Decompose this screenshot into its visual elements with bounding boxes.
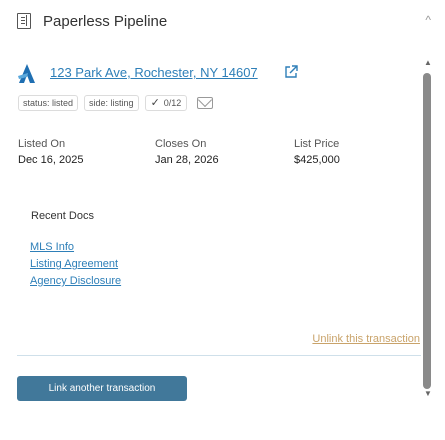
unlink-transaction-link[interactable]: Unlink this transaction — [312, 333, 420, 345]
recent-docs-heading: Recent Docs — [31, 210, 94, 222]
doc-link-listing-agreement[interactable]: Listing Agreement — [30, 258, 121, 270]
check-icon: ✓ — [150, 96, 160, 109]
closes-on-value: Jan 28, 2026 — [155, 154, 219, 166]
transaction-tags: status: listed side: listing ✓ 0/12 — [18, 94, 214, 112]
list-price-value: $425,000 — [294, 154, 340, 166]
recent-docs-panel: Recent Docs MLS Info Listing Agreement A… — [17, 200, 421, 330]
transaction-details: Listed On Dec 16, 2025 Closes On Jan 28,… — [0, 138, 420, 172]
tasks-badge: ✓ 0/12 — [144, 95, 188, 111]
status-badge: status: listed — [18, 95, 79, 111]
listed-on-value: Dec 16, 2025 — [18, 154, 84, 166]
listed-on-label: Listed On — [18, 138, 66, 150]
chevron-up-icon[interactable]: ^ — [425, 13, 431, 27]
panel-header[interactable]: Paperless Pipeline ^ — [0, 0, 445, 44]
scroll-up-arrow-icon[interactable]: ▲ — [424, 58, 432, 67]
link-another-transaction-button[interactable]: Link another transaction — [17, 376, 187, 401]
listed-on-field: Listed On Dec 16, 2025 — [18, 138, 83, 166]
tasks-count: 0/12 — [163, 97, 182, 108]
paperless-pipeline-logo — [18, 64, 35, 83]
property-address-link[interactable]: 123 Park Ave, Rochester, NY 14607 — [50, 65, 258, 80]
closes-on-field: Closes On Jan 28, 2026 — [155, 138, 219, 166]
doc-link-agency-disclosure[interactable]: Agency Disclosure — [30, 275, 121, 287]
external-link-icon[interactable] — [283, 64, 299, 80]
list-price-field: List Price $425,000 — [294, 138, 340, 166]
mail-icon[interactable] — [197, 97, 214, 109]
scrollbar[interactable]: ▲ ▼ — [422, 58, 432, 408]
recent-docs-list: MLS Info Listing Agreement Agency Disclo… — [30, 241, 121, 292]
scrollbar-thumb[interactable] — [423, 73, 431, 389]
side-badge: side: listing — [84, 95, 139, 111]
scroll-down-arrow-icon[interactable]: ▼ — [424, 389, 432, 398]
divider — [17, 355, 421, 356]
document-icon — [17, 13, 31, 29]
closes-on-label: Closes On — [155, 138, 207, 150]
doc-link-mls-info[interactable]: MLS Info — [30, 241, 121, 253]
list-price-label: List Price — [294, 138, 340, 150]
panel-title: Paperless Pipeline — [43, 13, 168, 30]
